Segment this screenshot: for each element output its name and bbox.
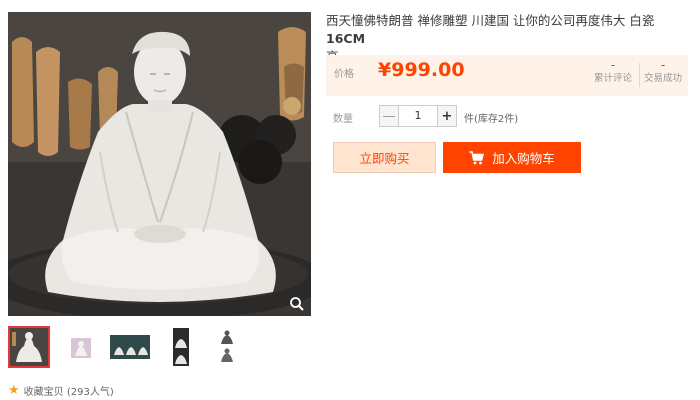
thumbnail-image [71,338,91,358]
sales-count-stat: - 交易成功 [640,58,686,86]
review-count: - [610,58,616,72]
add-to-cart-label: 加入购物车 [492,151,555,166]
thumbnail-1[interactable] [8,326,50,368]
buy-now-label: 立即购买 [359,151,410,166]
review-count-stat: - 累计评论 [588,58,638,86]
add-to-cart-button[interactable]: 加入购物车 [443,142,581,173]
quantity-input[interactable]: 1 [399,105,437,127]
search-icon[interactable] [289,296,305,312]
thumbnail-image [221,330,233,362]
review-count-label: 累计评论 [593,73,632,84]
stock-info: 件(库存2件) [464,114,519,125]
price-panel: 价格 ¥999.00 - 累计评论 - 交易成功 [326,55,688,96]
sales-count-label: 交易成功 [643,73,682,84]
sales-count: - [660,58,666,72]
thumbnail-5[interactable] [206,326,248,368]
quantity-increase-button[interactable]: + [437,105,457,127]
thumbnail-3[interactable] [106,326,154,368]
star-icon: ★ [8,382,20,398]
buy-now-button[interactable]: 立即购买 [333,142,436,173]
price-value: ¥999.00 [378,59,465,81]
thumbnail-4[interactable] [160,326,202,368]
favorite-button[interactable]: ★ 收藏宝贝 (293人气) [8,382,114,398]
thumbnail-strip [8,326,308,370]
product-title-size: 16CM [326,31,366,46]
thumbnail-image [173,328,189,366]
product-title-text: 西天憧佛特朗普 禅修雕塑 川建国 让你的公司再度伟大 白瓷 [326,13,655,28]
thumbnail-image [110,335,150,359]
thumbnail-2[interactable] [60,326,102,368]
quantity-stepper: — 1 + [379,105,457,127]
quantity-label: 数量 [333,114,353,125]
price-label: 价格 [334,69,354,80]
favorite-label: 收藏宝贝 (293人气) [23,386,114,398]
thumbnail-image [10,328,48,366]
cart-icon [469,150,485,165]
main-product-image[interactable] [8,12,311,316]
quantity-decrease-button[interactable]: — [379,105,399,127]
statue-illustration [8,12,311,316]
